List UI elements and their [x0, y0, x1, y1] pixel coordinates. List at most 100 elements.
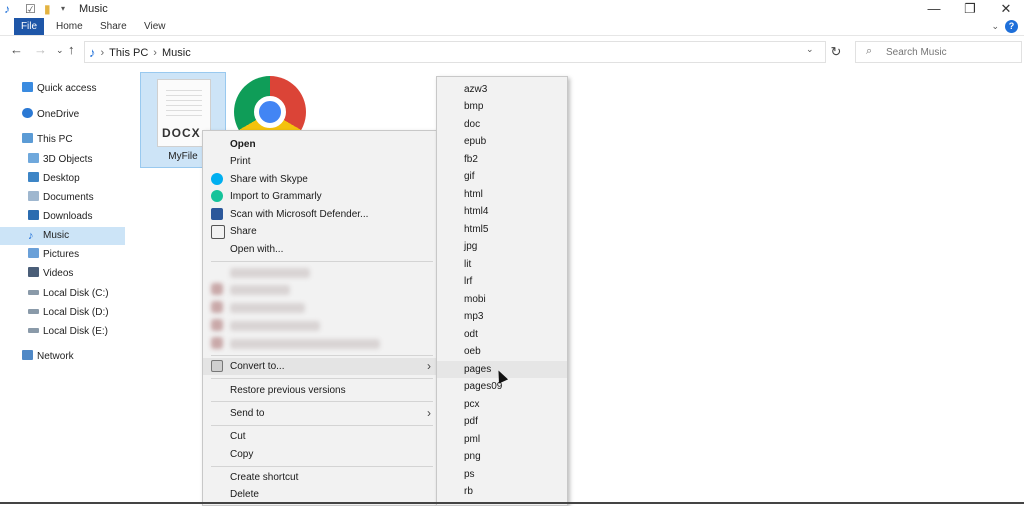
close-icon[interactable]: ✕: [988, 0, 1024, 18]
format-doc[interactable]: doc: [437, 116, 567, 133]
music-icon: ♪: [89, 45, 96, 60]
share-icon: [211, 225, 225, 239]
title-bar: ♪ ☑ ▮ ▾ Music — ❐ ✕: [0, 0, 1024, 18]
menu-item-scan-defender[interactable]: Scan with Microsoft Defender...: [203, 206, 439, 223]
format-fb2[interactable]: fb2: [437, 151, 567, 168]
video-icon: [28, 267, 39, 277]
nav-item-quick-access[interactable]: Quick access: [22, 80, 96, 98]
back-arrow-icon[interactable]: ←: [10, 42, 23, 57]
network-icon: [22, 350, 33, 360]
menu-item-delete[interactable]: Delete: [203, 486, 439, 503]
menu-item-share-with-skype[interactable]: Share with Skype: [203, 171, 439, 188]
menu-item-open[interactable]: Open: [203, 136, 439, 153]
tab-share[interactable]: Share: [92, 18, 135, 35]
address-dropdown-icon[interactable]: ⌄: [806, 44, 814, 55]
convert-submenu: azw3 bmp doc epub fb2 gif html html4 htm…: [436, 76, 568, 506]
nav-item-videos[interactable]: Videos: [28, 265, 73, 283]
window-title: Music: [79, 3, 108, 15]
tab-file[interactable]: File: [14, 18, 44, 35]
format-jpg[interactable]: jpg: [437, 238, 567, 255]
nav-item-downloads[interactable]: Downloads: [28, 208, 92, 226]
format-oeb[interactable]: oeb: [437, 343, 567, 360]
menu-item-open-with[interactable]: Open with...: [203, 241, 439, 258]
search-icon: ⌕: [866, 45, 873, 57]
customize-toolbar-icon[interactable]: ▾: [61, 4, 65, 13]
desktop-icon: [28, 172, 39, 182]
address-bar[interactable]: ♪ › This PC › Music: [84, 41, 826, 63]
tab-view[interactable]: View: [136, 18, 174, 35]
menu-item-send-to[interactable]: Send to ›: [203, 405, 439, 422]
format-epub[interactable]: epub: [437, 133, 567, 150]
nav-item-desktop[interactable]: Desktop: [28, 170, 80, 188]
menu-item-import-to-grammarly[interactable]: Import to Grammarly: [203, 188, 439, 205]
help-icon[interactable]: ?: [1005, 20, 1018, 33]
blurred-icon: [211, 319, 223, 331]
menu-item-copy[interactable]: Copy: [203, 446, 439, 463]
nav-item-music[interactable]: ♪ Music: [0, 227, 125, 245]
tab-home[interactable]: Home: [48, 18, 91, 35]
blurred-menu-item: [230, 321, 320, 331]
new-folder-icon[interactable]: ▮: [44, 2, 51, 16]
nav-item-pictures[interactable]: Pictures: [28, 246, 79, 264]
crumb-this-pc[interactable]: This PC: [109, 47, 148, 59]
format-azw3[interactable]: azw3: [437, 81, 567, 98]
picture-icon: [28, 248, 39, 258]
blurred-menu-item: [230, 285, 290, 295]
drive-icon: [28, 309, 39, 314]
blurred-icon: [211, 283, 223, 295]
properties-icon[interactable]: ☑: [25, 2, 36, 16]
nav-item-local-disk-d[interactable]: Local Disk (D:): [28, 304, 109, 322]
format-gif[interactable]: gif: [437, 168, 567, 185]
format-pml[interactable]: pml: [437, 431, 567, 448]
drive-icon: [28, 328, 39, 333]
chevron-right-icon[interactable]: ›: [153, 47, 157, 59]
nav-item-onedrive[interactable]: OneDrive: [22, 106, 79, 124]
format-mp3[interactable]: mp3: [437, 308, 567, 325]
up-arrow-icon[interactable]: ↑: [68, 42, 75, 57]
format-lrf[interactable]: lrf: [437, 273, 567, 290]
format-ps[interactable]: ps: [437, 466, 567, 483]
nav-item-network[interactable]: Network: [22, 348, 74, 366]
search-input[interactable]: [884, 44, 1018, 61]
format-html[interactable]: html: [437, 186, 567, 203]
menu-item-share[interactable]: Share: [203, 223, 439, 240]
search-box[interactable]: ⌕: [855, 41, 1022, 63]
format-pcx[interactable]: pcx: [437, 396, 567, 413]
recent-locations-icon[interactable]: ⌄: [56, 45, 64, 56]
minimize-icon[interactable]: —: [916, 0, 952, 18]
format-mobi[interactable]: mobi: [437, 291, 567, 308]
blurred-menu-item: [230, 339, 380, 349]
menu-item-create-shortcut[interactable]: Create shortcut: [203, 469, 439, 486]
menu-item-cut[interactable]: Cut: [203, 428, 439, 445]
chevron-right-icon[interactable]: ›: [101, 47, 105, 59]
cube-icon: [28, 153, 39, 163]
crumb-music[interactable]: Music: [162, 47, 191, 59]
menu-separator: [211, 378, 433, 379]
menu-item-print[interactable]: Print: [203, 153, 439, 170]
drive-icon: [28, 290, 39, 295]
format-pdf[interactable]: pdf: [437, 413, 567, 430]
menu-item-convert-to[interactable]: Convert to... ›: [203, 358, 439, 375]
format-odt[interactable]: odt: [437, 326, 567, 343]
format-html4[interactable]: html4: [437, 203, 567, 220]
nav-item-3d-objects[interactable]: 3D Objects: [28, 151, 92, 169]
chevron-right-icon: ›: [427, 359, 431, 373]
forward-arrow-icon[interactable]: →: [34, 42, 47, 57]
star-icon: [22, 82, 33, 92]
refresh-icon[interactable]: ↻: [826, 42, 846, 62]
format-rb[interactable]: rb: [437, 483, 567, 500]
nav-item-documents[interactable]: Documents: [28, 189, 94, 207]
music-app-icon: ♪: [4, 2, 10, 16]
format-lit[interactable]: lit: [437, 256, 567, 273]
nav-item-local-disk-e[interactable]: Local Disk (E:): [28, 323, 108, 341]
expand-ribbon-icon[interactable]: ⌄: [991, 21, 999, 32]
format-png[interactable]: png: [437, 448, 567, 465]
format-bmp[interactable]: bmp: [437, 98, 567, 115]
menu-item-restore-previous-versions[interactable]: Restore previous versions: [203, 382, 439, 399]
nav-item-local-disk-c[interactable]: Local Disk (C:): [28, 285, 109, 303]
menu-separator: [211, 425, 433, 426]
restore-icon[interactable]: ❐: [952, 0, 988, 18]
nav-item-this-pc[interactable]: This PC: [22, 131, 73, 149]
format-html5[interactable]: html5: [437, 221, 567, 238]
defender-icon: [211, 208, 223, 220]
